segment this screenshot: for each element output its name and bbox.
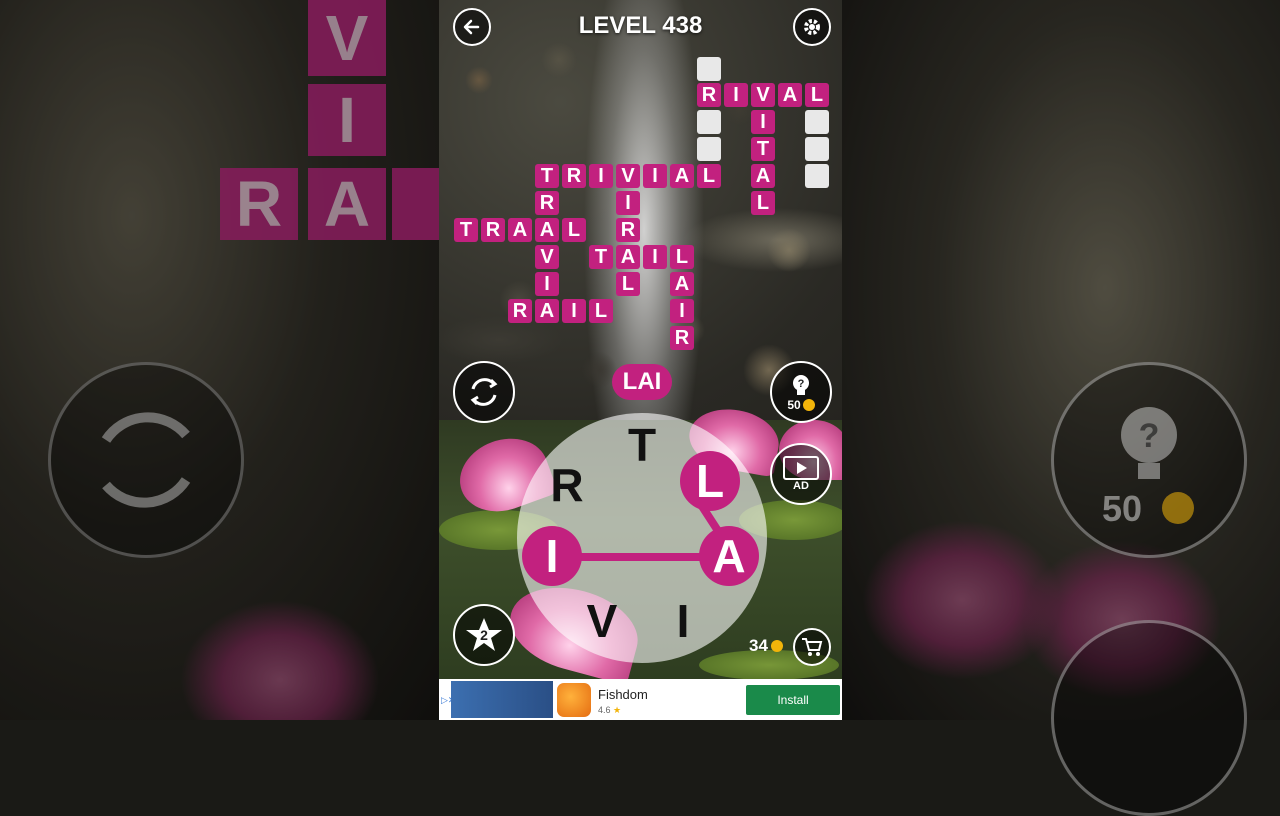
- empty-grid-tile: [805, 164, 829, 188]
- hint-button[interactable]: ? 50: [770, 361, 832, 423]
- grid-tile: L: [616, 272, 640, 296]
- grid-tile: T: [751, 137, 775, 161]
- grid-tile: V: [751, 83, 775, 107]
- game-screen: LEVEL 438 R I V A L I T A L T R I V I A …: [439, 0, 842, 680]
- grid-tile: A: [535, 299, 559, 323]
- wheel-letter[interactable]: I: [653, 591, 713, 651]
- grid-tile: A: [508, 218, 532, 242]
- grid-tile: T: [589, 245, 613, 269]
- empty-grid-tile: [697, 110, 721, 134]
- grid-tile: I: [589, 164, 613, 188]
- coin-icon: [802, 399, 815, 411]
- star-bonus-button[interactable]: 2: [453, 604, 515, 666]
- ad-info-icon[interactable]: ▷✕: [441, 695, 455, 705]
- grid-tile: I: [535, 272, 559, 296]
- grid-tile: A: [670, 272, 694, 296]
- install-button[interactable]: Install: [746, 685, 840, 715]
- grid-tile: I: [670, 299, 694, 323]
- svg-text:?: ?: [1139, 417, 1160, 455]
- empty-grid-tile: [805, 137, 829, 161]
- ad-label: AD: [793, 480, 809, 492]
- gear-icon: [804, 19, 820, 35]
- grid-tile: A: [751, 164, 775, 188]
- grid-tile: R: [562, 164, 586, 188]
- grid-tile: I: [616, 191, 640, 215]
- letter-wheel[interactable]: T L A I V R I: [517, 413, 767, 663]
- grid-tile: I: [724, 83, 748, 107]
- grid-tile: I: [751, 110, 775, 134]
- svg-text:?: ?: [798, 378, 805, 390]
- grid-tile: I: [643, 164, 667, 188]
- left-blurred-background: V I R A: [0, 0, 439, 720]
- wheel-letter[interactable]: L: [680, 451, 740, 511]
- grid-tile: L: [670, 245, 694, 269]
- star-count: 2: [480, 627, 488, 643]
- arrow-left-icon: [463, 19, 480, 35]
- grid-tile: L: [805, 83, 829, 107]
- cart-icon: [802, 638, 823, 656]
- wheel-letter[interactable]: R: [537, 455, 597, 515]
- fishdom-app-icon[interactable]: [557, 683, 591, 717]
- grid-tile: A: [670, 164, 694, 188]
- level-title: LEVEL 438: [578, 12, 703, 39]
- coin-balance: 34: [749, 636, 783, 656]
- hint-cost: 50: [787, 398, 801, 412]
- shuffle-button[interactable]: [453, 361, 515, 423]
- shuffle-icon: [470, 378, 498, 406]
- grid-tile: V: [535, 245, 559, 269]
- grid-tile: L: [589, 299, 613, 323]
- grid-tile: L: [562, 218, 586, 242]
- current-word-preview: LAI: [612, 364, 672, 400]
- grid-tile: R: [697, 83, 721, 107]
- shop-button[interactable]: [793, 628, 831, 666]
- grid-tile: A: [616, 245, 640, 269]
- right-blurred-background: [842, 0, 1280, 720]
- grid-tile: A: [778, 83, 802, 107]
- grid-tile: A: [535, 218, 559, 242]
- wheel-letter[interactable]: I: [522, 526, 582, 586]
- blurred-hint-icon: ?: [1051, 362, 1247, 558]
- watch-ad-button[interactable]: AD: [770, 443, 832, 505]
- video-icon: [783, 456, 819, 480]
- grid-tile: I: [643, 245, 667, 269]
- grid-tile: T: [535, 164, 559, 188]
- ad-rating: 4.6 ★: [598, 705, 622, 715]
- blurred-video-icon: [1051, 620, 1247, 816]
- grid-tile: V: [616, 164, 640, 188]
- grid-tile: L: [751, 191, 775, 215]
- settings-button[interactable]: [793, 8, 831, 46]
- grid-tile: R: [670, 326, 694, 350]
- ad-banner[interactable]: ▷✕ Fishdom 4.6 ★ Install: [439, 679, 842, 720]
- grid-tile: R: [535, 191, 559, 215]
- empty-grid-tile: [697, 137, 721, 161]
- lightbulb-icon: ?: [793, 375, 809, 395]
- grid-tile: R: [616, 218, 640, 242]
- grid-tile: T: [454, 218, 478, 242]
- grid-tile: L: [697, 164, 721, 188]
- empty-grid-tile: [697, 57, 721, 81]
- empty-grid-tile: [805, 110, 829, 134]
- ad-image[interactable]: [451, 681, 553, 718]
- grid-tile: R: [508, 299, 532, 323]
- blurred-coin-icon: [1162, 492, 1194, 524]
- back-button[interactable]: [453, 8, 491, 46]
- wheel-letter[interactable]: V: [572, 591, 632, 651]
- wheel-letter[interactable]: A: [699, 526, 759, 586]
- grid-tile: R: [481, 218, 505, 242]
- wheel-letter[interactable]: T: [612, 415, 672, 475]
- ad-app-name: Fishdom: [598, 687, 648, 702]
- coin-icon: [770, 640, 783, 652]
- coin-count: 34: [749, 636, 768, 655]
- grid-tile: I: [562, 299, 586, 323]
- blurred-hint-cost: 50: [1102, 488, 1143, 529]
